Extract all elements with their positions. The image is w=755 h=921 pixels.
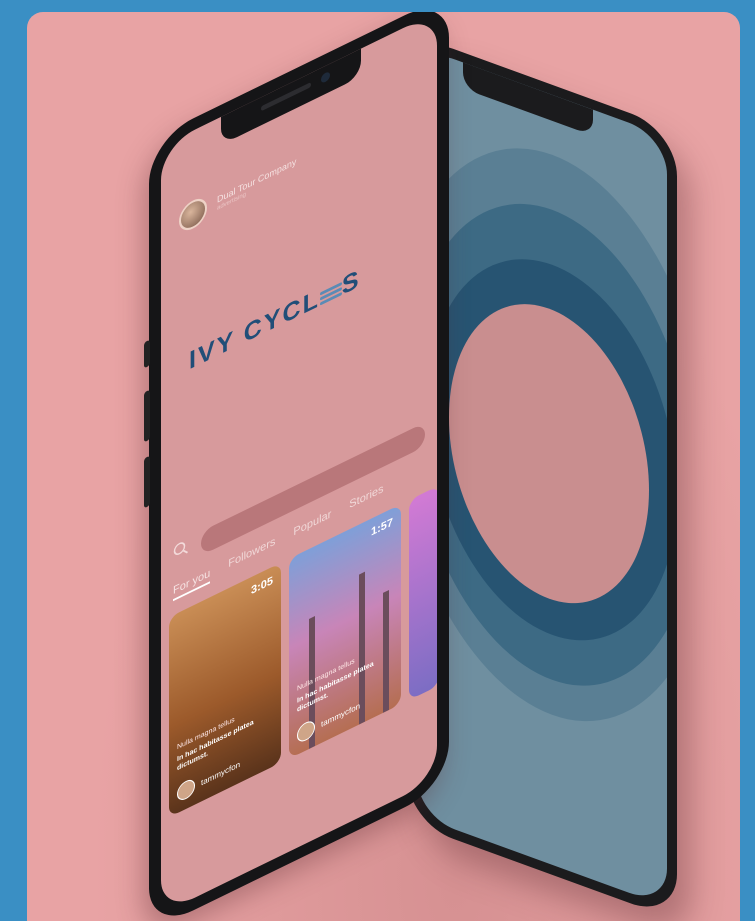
search-icon[interactable] (173, 537, 189, 561)
mute-switch (144, 339, 150, 369)
profile-name: Dual Tour Company (217, 155, 297, 205)
video-card[interactable]: 3:05 Nulla magna tellus In hac habitasse… (169, 562, 281, 818)
advertiser-profile[interactable]: Dual Tour Company advertising (179, 150, 297, 236)
video-duration: 1:57 (370, 515, 393, 539)
avatar[interactable] (179, 193, 207, 236)
video-card-peek[interactable] (409, 485, 437, 701)
video-card[interactable]: 1:57 Nulla magna tellus In hac habitasse… (289, 504, 401, 759)
mockup-canvas: Dual Tour Company advertising IVY CYCL S … (27, 12, 740, 921)
video-duration: 3:05 (250, 574, 273, 598)
author-avatar (177, 776, 195, 804)
author-name: tammycfon (321, 700, 361, 729)
logo-text-right: S (341, 263, 361, 301)
volume-up-button (144, 389, 150, 443)
tab-stories[interactable]: Stories (349, 483, 383, 516)
back-phone-wallpaper (417, 45, 667, 907)
tab-for-you[interactable]: For you (173, 567, 211, 602)
volume-down-button (144, 455, 150, 509)
wave-icon (319, 281, 342, 307)
front-phone: Dual Tour Company advertising IVY CYCL S … (144, 12, 449, 921)
tab-popular[interactable]: Popular (293, 508, 331, 542)
front-phone-screen: Dual Tour Company advertising IVY CYCL S … (161, 12, 437, 915)
brand-logo: IVY CYCL S (189, 264, 361, 377)
logo-text-left: IVY CYCL (189, 283, 320, 376)
author-name: tammycfon (201, 759, 241, 788)
camera-icon (321, 70, 330, 85)
front-phone-body: Dual Tour Company advertising IVY CYCL S … (144, 12, 449, 921)
blue-frame: Dual Tour Company advertising IVY CYCL S … (0, 0, 755, 921)
